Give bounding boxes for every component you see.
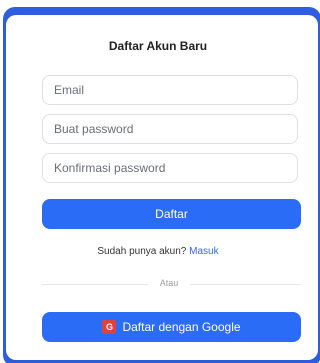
form-title: Daftar Akun Baru: [108, 39, 208, 53]
confirm-password-field[interactable]: [42, 153, 298, 183]
login-prompt-row: Sudah punya akun? Masuk: [0, 246, 316, 257]
google-signup-label: Daftar dengan Google: [122, 320, 241, 334]
email-field[interactable]: [42, 75, 298, 105]
login-link[interactable]: Masuk: [189, 246, 218, 257]
google-icon: G: [102, 320, 117, 334]
google-signup-button[interactable]: G Daftar dengan Google: [42, 312, 301, 342]
register-button[interactable]: Daftar: [42, 199, 301, 229]
divider-line-left: [42, 284, 148, 285]
page: Daftar Akun Baru Daftar Sudah punya akun…: [0, 0, 320, 363]
password-field[interactable]: [42, 114, 298, 144]
signup-card: [6, 15, 318, 360]
divider-line-right: [190, 284, 301, 285]
divider-text: Atau: [159, 278, 179, 288]
login-prompt-text: Sudah punya akun?: [97, 246, 187, 257]
